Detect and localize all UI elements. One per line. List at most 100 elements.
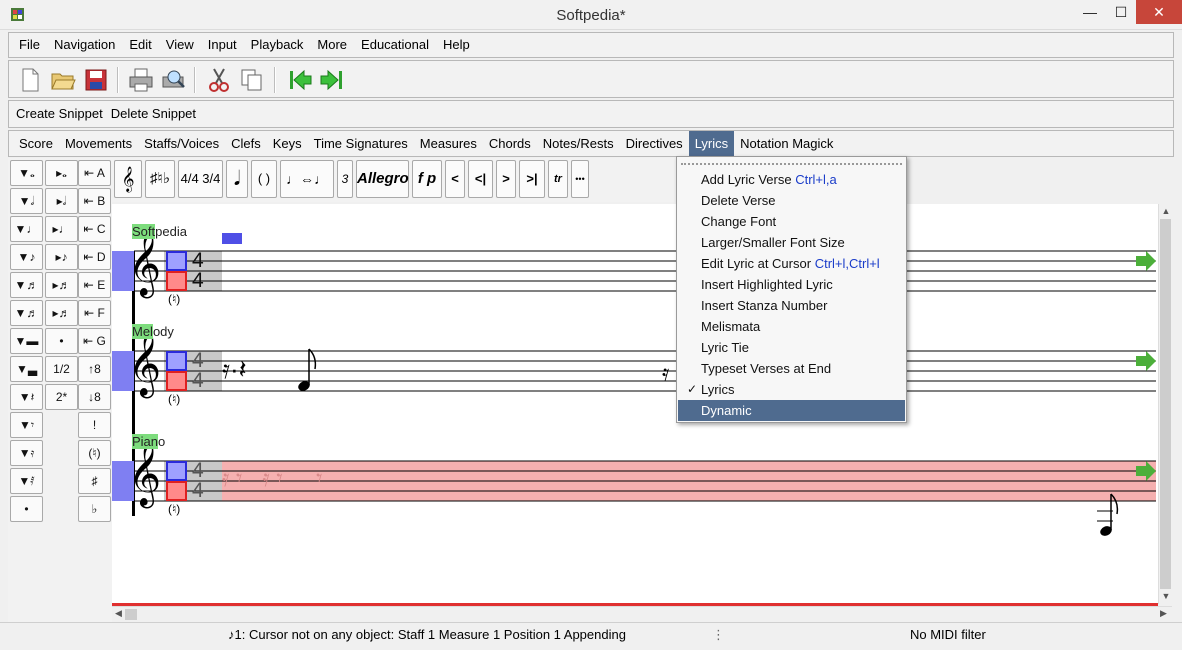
scroll-up-icon[interactable]: ▲ [1159, 206, 1173, 216]
pitch-a-button[interactable]: ⇤ A [78, 160, 111, 186]
tab-score[interactable]: Score [9, 131, 59, 156]
dynamic-button[interactable]: f p [412, 160, 442, 198]
tempo-button[interactable]: Allegro [356, 160, 409, 198]
menu-help[interactable]: Help [436, 33, 477, 57]
next-movement-icon[interactable] [318, 66, 346, 94]
menu-item-insert-stanza-number[interactable]: Insert Stanza Number [678, 295, 905, 316]
parentheses-button[interactable]: ( ) [251, 160, 277, 198]
score-canvas[interactable]: 𝄞 𝄞 𝄞 4 4 4 4 4 4 (♮) (♮) (♮) 𝄿·𝄽 𝄿 𝄾 𝄿 … [112, 204, 1158, 604]
menu-educational[interactable]: Educational [354, 33, 436, 57]
pitch-f-button[interactable]: ⇤ F [78, 300, 111, 326]
menu-item-edit-lyric-at-cursor[interactable]: Edit Lyric at Cursor Ctrl+l,Ctrl+l [678, 253, 905, 274]
scroll-left-icon[interactable]: ◀ [115, 608, 122, 619]
menu-item-lyric-tie[interactable]: Lyric Tie [678, 337, 905, 358]
start-of-measure-button[interactable]: <| [468, 160, 493, 198]
menu-file[interactable]: File [9, 33, 47, 57]
pitch-b-button[interactable]: ⇤ B [78, 188, 111, 214]
tab-time-signatures[interactable]: Time Signatures [308, 131, 414, 156]
tab-notes-rests[interactable]: Notes/Rests [537, 131, 620, 156]
cut-icon[interactable] [205, 66, 233, 94]
staff-label-softpedia[interactable]: Softpedia [132, 224, 187, 239]
half-note-button[interactable]: ▼𝅗𝅥 [10, 188, 43, 214]
print-preview-icon[interactable] [159, 66, 187, 94]
tie-notes-button[interactable]: ♩⇔♩ [280, 160, 334, 198]
end-of-measure-button[interactable]: >| [519, 160, 545, 198]
print-icon[interactable] [127, 66, 155, 94]
quarter-note-button[interactable]: ▼♩ [10, 216, 43, 242]
tab-keys[interactable]: Keys [267, 131, 308, 156]
menu-item-change-font[interactable]: Change Font [678, 211, 905, 232]
delete-snippet-button[interactable]: Delete Snippet [107, 101, 200, 127]
tab-chords[interactable]: Chords [483, 131, 537, 156]
eighth-rest-button[interactable]: ▼𝄾 [10, 412, 43, 438]
time-signature-button[interactable]: 4/4 3/4 [178, 160, 223, 198]
change-whole-button[interactable]: ▸𝅝 [45, 160, 78, 186]
menu-tearoff[interactable] [681, 163, 902, 165]
tab-notation-magick[interactable]: Notation Magick [734, 131, 839, 156]
horizontal-scroll-thumb[interactable] [125, 609, 137, 620]
tab-clefs[interactable]: Clefs [225, 131, 267, 156]
pitch-g-button[interactable]: ⇤ G [78, 328, 111, 354]
previous-object-button[interactable]: < [445, 160, 465, 198]
sixteenth-note-button[interactable]: ▼♬ [10, 272, 43, 298]
scroll-down-icon[interactable]: ▼ [1159, 591, 1173, 601]
open-folder-icon[interactable] [49, 66, 77, 94]
double-duration-button[interactable]: 2* [45, 384, 78, 410]
menu-playback[interactable]: Playback [244, 33, 311, 57]
tab-movements[interactable]: Movements [59, 131, 138, 156]
staff-label-melody[interactable]: Melody [132, 324, 174, 339]
eighth-note-button[interactable]: ▼♪ [10, 244, 43, 270]
copy-icon[interactable] [238, 66, 266, 94]
menu-item-delete-verse[interactable]: Delete Verse [678, 190, 905, 211]
tab-lyrics[interactable]: Lyrics [688, 131, 735, 156]
menu-edit[interactable]: Edit [122, 33, 158, 57]
horizontal-scrollbar[interactable]: ◀ ▶ [112, 606, 1172, 621]
pitch-e-button[interactable]: ⇤ E [78, 272, 111, 298]
trill-button[interactable]: tr [548, 160, 568, 198]
close-button[interactable]: ✕ [1136, 0, 1182, 24]
whole-rest-button[interactable]: ▼▬ [10, 328, 43, 354]
vertical-scrollbar[interactable]: ▲ ▼ [1158, 204, 1172, 604]
change-sixteenth-button[interactable]: ▸♬ [45, 272, 78, 298]
dot-button[interactable]: • [10, 496, 43, 522]
menu-item-add-lyric-verse[interactable]: Add Lyric Verse Ctrl+l,a [678, 169, 905, 190]
menu-item-dynamic[interactable]: Dynamic [678, 400, 905, 421]
chord-icon[interactable]: 𝅘𝅥 [226, 160, 248, 198]
menu-navigation[interactable]: Navigation [47, 33, 122, 57]
next-object-button[interactable]: > [496, 160, 516, 198]
octave-up-button[interactable]: ↑8 [78, 356, 111, 382]
quarter-rest-button[interactable]: ▼𝄽 [10, 384, 43, 410]
status-separator[interactable]: ⋮ [712, 625, 725, 645]
sixteenth-rest-button[interactable]: ▼𝄿 [10, 440, 43, 466]
menu-item-font-size[interactable]: Larger/Smaller Font Size [678, 232, 905, 253]
menu-view[interactable]: View [159, 33, 201, 57]
tab-measures[interactable]: Measures [414, 131, 483, 156]
menu-item-typeset-verses-at-end[interactable]: Typeset Verses at End [678, 358, 905, 379]
whole-note-button[interactable]: ▼𝅝 [10, 160, 43, 186]
scroll-right-icon[interactable]: ▶ [1160, 608, 1167, 619]
vertical-scroll-thumb[interactable] [1160, 219, 1171, 589]
menu-item-lyrics[interactable]: ✓ Lyrics [678, 379, 905, 400]
tab-directives[interactable]: Directives [620, 131, 689, 156]
save-icon[interactable] [82, 66, 110, 94]
menu-item-insert-highlighted-lyric[interactable]: Insert Highlighted Lyric [678, 274, 905, 295]
sharp-button[interactable]: ♯ [78, 468, 111, 494]
change-eighth-button[interactable]: ▸♪ [45, 244, 78, 270]
new-file-icon[interactable] [16, 66, 44, 94]
natural-button[interactable]: (♮) [78, 440, 111, 466]
tab-staffs-voices[interactable]: Staffs/Voices [138, 131, 225, 156]
half-rest-button[interactable]: ▼▃ [10, 356, 43, 382]
add-dot-button[interactable]: • [45, 328, 78, 354]
pitch-c-button[interactable]: ⇤ C [78, 216, 111, 242]
previous-movement-icon[interactable] [286, 66, 314, 94]
cautionary-accidental-button[interactable]: ! [78, 412, 111, 438]
octave-down-button[interactable]: ↓8 [78, 384, 111, 410]
more-options-button[interactable]: ••• [571, 160, 589, 198]
key-signature-button[interactable]: ♯♮♭ [145, 160, 175, 198]
halve-duration-button[interactable]: 1/2 [45, 356, 78, 382]
maximize-button[interactable]: ☐ [1104, 0, 1138, 24]
pitch-d-button[interactable]: ⇤ D [78, 244, 111, 270]
menu-item-melismata[interactable]: Melismata [678, 316, 905, 337]
menu-more[interactable]: More [310, 33, 354, 57]
create-snippet-button[interactable]: Create Snippet [9, 101, 107, 127]
